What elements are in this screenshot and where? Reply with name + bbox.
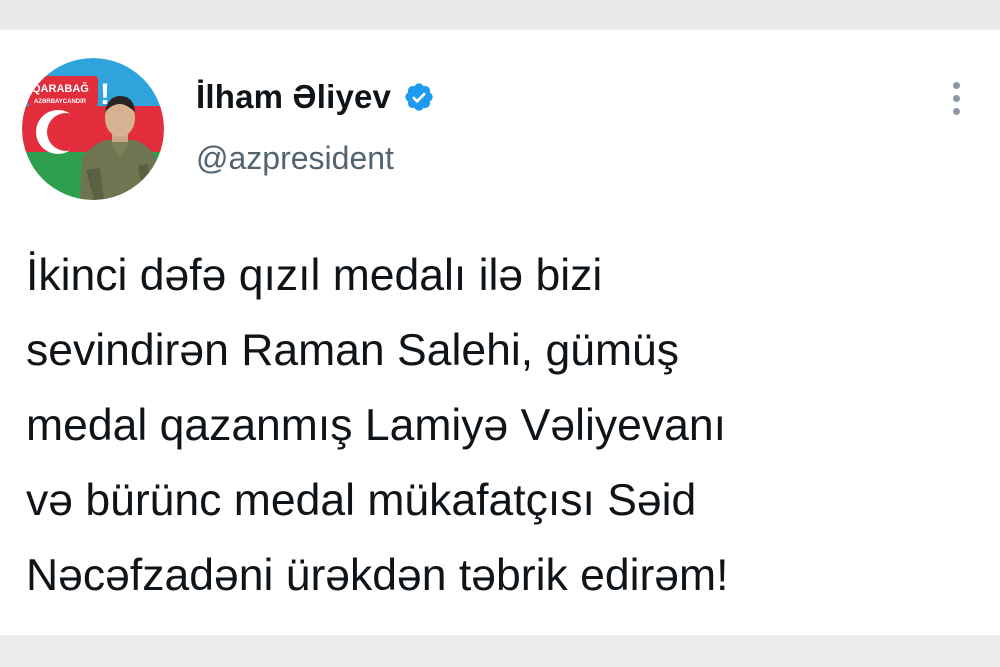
- author-handle[interactable]: @azpresident: [196, 140, 394, 177]
- tweet-text-line: medal qazanmış Lamiyə Vəliyevanı: [26, 401, 726, 450]
- tweet-text-line: sevindirən Raman Salehi, gümüş: [26, 326, 680, 375]
- avatar-badge-text-bottom: AZƏRBAYCANDIR: [34, 99, 87, 105]
- top-background-strip: [0, 0, 1000, 30]
- avatar[interactable]: QARABAĞ AZƏRBAYCANDIR !: [22, 58, 164, 200]
- more-dot: [952, 107, 960, 115]
- tweet-text-line: Nəcəfzadəni ürəkdən təbrik edirəm!: [26, 551, 729, 600]
- more-dot: [952, 94, 960, 102]
- bottom-background-strip: [0, 635, 1000, 667]
- author-name-row: İlham Əliyev: [196, 72, 435, 122]
- tweet-text: İkinci dəfə qızıl medalı ilə bizi sevind…: [26, 238, 981, 613]
- tweet-text-line: və bürünc medal mükafatçısı Səid: [26, 476, 697, 525]
- avatar-badge-text-top: QARABAĞ: [32, 82, 89, 95]
- tweet-text-line: İkinci dəfə qızıl medalı ilə bizi: [26, 251, 603, 300]
- author-display-name[interactable]: İlham Əliyev: [196, 78, 391, 116]
- more-vertical-icon[interactable]: [938, 78, 974, 118]
- more-dot: [952, 81, 960, 89]
- avatar-image: QARABAĞ AZƏRBAYCANDIR !: [22, 58, 164, 200]
- verified-badge-icon: [405, 83, 433, 111]
